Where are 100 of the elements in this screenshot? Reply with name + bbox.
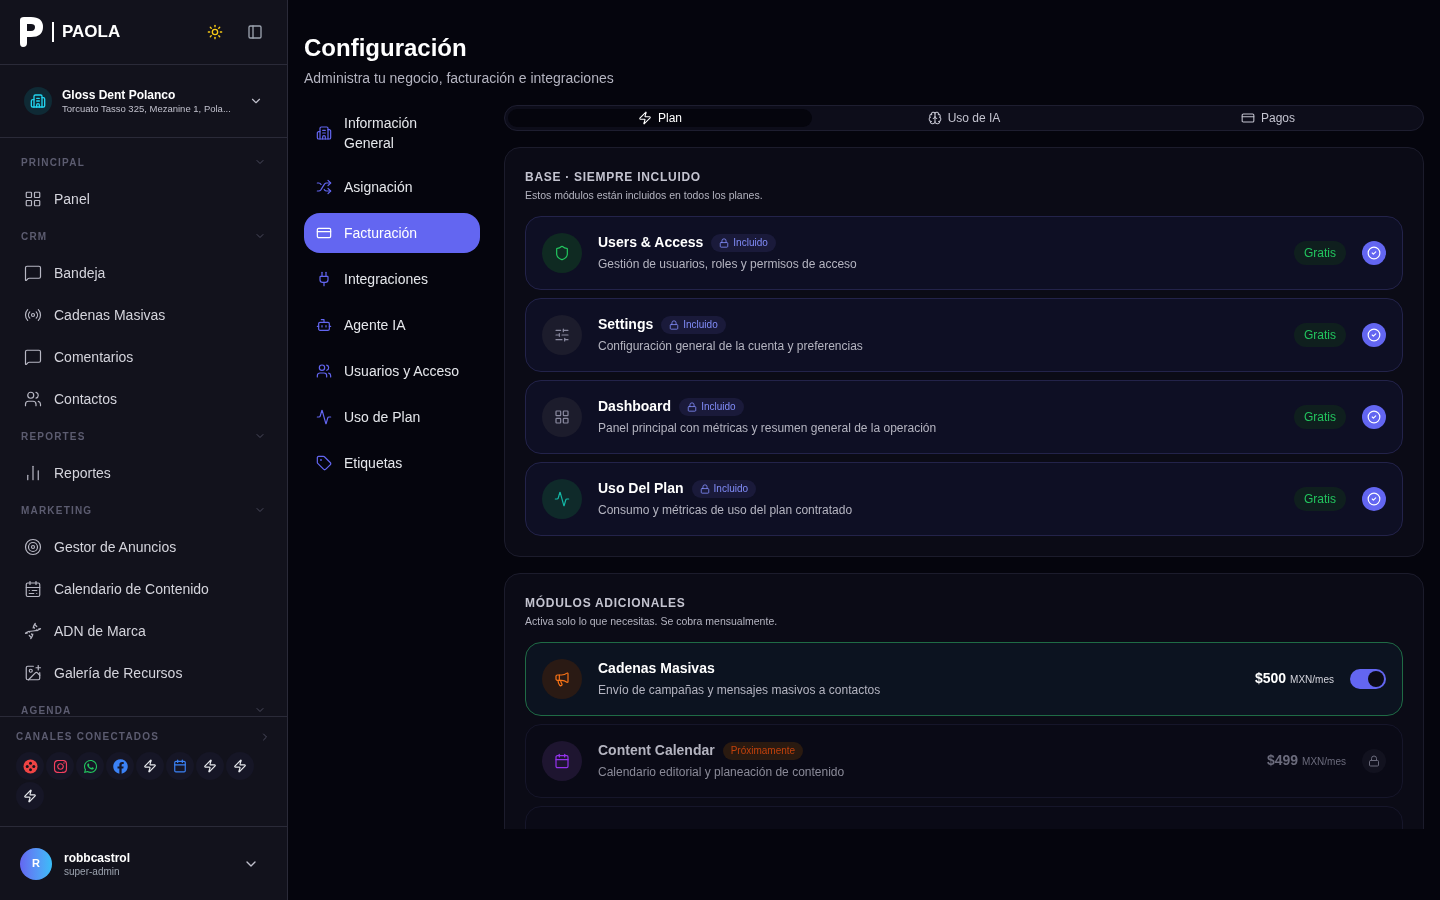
nav-item[interactable]: Calendario de Contenido [0,568,287,610]
theme-button[interactable] [207,24,223,40]
module-description: Gestión de usuarios, roles y permisos de acceso [598,256,858,274]
nav-item[interactable]: Galería de Recursos [0,652,287,694]
included-badge: Incluido [711,233,776,252]
settings-menu-item[interactable]: Etiquetas [304,443,480,483]
included-badge: Incluido [679,397,744,416]
price-badge: Gratis [1294,322,1346,347]
toggle-thumb [1368,670,1384,687]
users-icon [24,390,42,408]
dots-icon [22,758,38,774]
building-icon [316,125,332,141]
module-description: Panel principal con métricas y resumen general de la operación [598,420,938,438]
settings-menu-item[interactable]: Usuarios y Acceso [304,351,480,391]
brand-name: PAOLA [62,21,121,44]
module-name: Dashboard [598,397,672,417]
nav-item[interactable]: Comentarios [0,336,287,378]
settings-menu-item[interactable]: Agente IA [304,305,480,345]
section-title: BASE · SIEMPRE INCLUIDO [525,169,702,186]
lightning-icon [143,759,157,773]
page-subtitle: Administra tu negocio, facturación e integraciones [304,69,615,88]
check-icon [1367,409,1381,424]
settings-menu-item[interactable]: Información General [304,105,480,161]
settings-menu-item[interactable]: Facturación [304,213,480,253]
lightning-icon [203,759,217,773]
panel-icon [247,24,263,40]
included-badge: Incluido [691,479,757,498]
building-icon [30,93,46,109]
price-badge: Gratis [1294,404,1346,429]
lightning-icon [638,111,652,125]
nav-item[interactable]: ADN de Marca [0,610,287,652]
coming-soon-badge: Próximamente [722,741,804,760]
nav-item[interactable]: Cadenas Masivas [0,294,287,336]
price-unit: MXN/mes [1302,755,1346,769]
nav-item[interactable]: Panel [0,178,287,220]
business-name: Gloss Dent Polanco [62,87,177,103]
section-subtitle: Estos módulos están incluidos en todos los planes. [525,188,764,203]
calendar-icon [24,580,42,598]
page-title: Configuración [304,33,468,63]
grid-icon [554,408,570,425]
lock-icon [1368,754,1380,767]
nav-item[interactable]: Gestor de Anuncios [0,526,287,568]
module-name: Cadenas Masivas [598,659,715,678]
price: $499 [1266,751,1299,770]
section-subtitle: Activa solo lo que necesitas. Se cobra mensualmente. [525,613,779,629]
check-icon [1367,245,1381,260]
card-icon [316,225,332,241]
lock-icon [699,483,710,494]
module-description: Calendario editorial y planeación de contenido [598,764,846,781]
logo-divider [52,22,54,42]
lock-icon [687,401,698,412]
calendar-icon [173,759,187,773]
collapse-sidebar-button[interactable] [247,24,263,40]
business-selector[interactable]: Gloss Dent Polanco Torcuato Tasso 325, Mezanine 1, Pola... [0,65,287,138]
tab[interactable]: Pagos [1116,109,1420,127]
users-icon [316,363,332,379]
chat-icon [24,348,42,366]
lightning-icon [233,759,247,773]
price-unit: MXN/mes [1290,673,1334,687]
settings-menu-item[interactable]: Asignación [304,167,480,207]
sun-icon [207,24,223,40]
nav-item[interactable]: Bandeja [0,252,287,294]
included-badge: Incluido [661,315,726,334]
module-name: Content Calendar [598,741,715,760]
user-name: robbcastrol [64,849,130,866]
module-toggle[interactable] [1350,668,1386,689]
price-badge: Gratis [1294,240,1346,265]
price-badge: Gratis [1294,486,1346,511]
settings-menu-item[interactable]: Integraciones [304,259,480,299]
check-icon [1367,327,1381,342]
tag-icon [316,455,332,471]
module-description: Envío de campañas y mensajes masivos a contactos [598,682,882,699]
avatar: R [20,847,52,880]
user-role: super-admin [64,865,121,878]
pulse-icon [554,490,570,507]
plug-icon [316,271,332,287]
shield-icon [554,244,570,261]
megaphone-icon [554,670,570,687]
facebook-icon [112,758,128,774]
module-description: Configuración general de la cuenta y preferencias [598,338,864,356]
shuffle-icon [316,179,332,195]
module-name: Uso Del Plan [598,479,684,499]
card-icon [1241,111,1255,125]
whatsapp-icon [82,758,98,774]
instagram-icon [52,758,68,774]
tab[interactable]: Plan [508,109,812,127]
lightning-icon [23,789,37,803]
dna-icon [24,622,42,640]
tab[interactable]: Uso de IA [812,109,1116,127]
chat-icon [24,264,42,282]
settings-menu-item[interactable]: Uso de Plan [304,397,480,437]
broadcast-icon [24,306,42,324]
lock-icon [719,237,730,248]
price: $500 [1254,669,1287,688]
business-address: Torcuato Tasso 325, Mezanine 1, Pola... [62,103,231,115]
nav-item[interactable]: Contactos [0,378,287,420]
sliders-icon [554,326,570,343]
nav-item[interactable]: Reportes [0,452,287,494]
calendar-icon [554,752,570,769]
module-name: Settings [598,315,654,335]
